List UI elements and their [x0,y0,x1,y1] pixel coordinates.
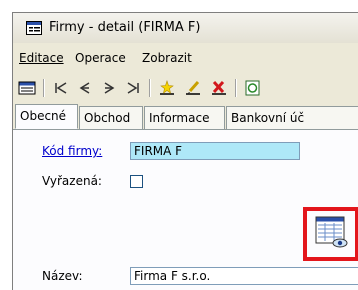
refresh-icon[interactable] [243,78,263,98]
last-record-icon[interactable] [123,78,143,98]
window-edge [0,0,12,289]
nazev-field[interactable]: Firma F s.r.o. [130,267,358,285]
kod-firmy-field[interactable]: FIRMA F [130,142,300,160]
new-record-icon[interactable] [157,78,177,98]
menu-editace[interactable]: Editace [19,51,64,65]
tab-informace[interactable]: Informace [144,106,225,129]
tab-obchod[interactable]: Obchod [79,106,143,129]
tab-bankovni-ucty[interactable]: Bankovní úč [226,106,358,129]
next-record-icon[interactable] [99,78,119,98]
table-view-icon[interactable] [315,216,349,250]
tab-obecne[interactable]: Obecné [15,104,78,129]
edit-record-icon[interactable] [183,78,203,98]
toolbar-separator [43,79,45,97]
toolbar-separator [149,79,151,97]
previous-record-icon[interactable] [75,78,95,98]
menu-bar: Editace Operace Zobrazit [13,49,358,69]
kod-firmy-link[interactable]: Kód firmy: [42,144,102,158]
vyrazena-checkbox[interactable] [130,175,143,188]
toolbar [13,76,358,100]
window-title: Firmy - detail (FIRMA F) [49,20,201,35]
form-window-icon [26,21,42,35]
nazev-label: Název: [42,269,83,283]
first-record-icon[interactable] [51,78,71,98]
record-icon[interactable] [17,78,37,98]
title-bar[interactable]: Firmy - detail (FIRMA F) [13,13,358,43]
menu-zobrazit[interactable]: Zobrazit [142,51,192,65]
app-window: Firmy - detail (FIRMA F) Editace Operace… [0,0,358,290]
tab-strip: Obecné Obchod Informace Bankovní úč [13,104,358,130]
tab-panel-obecne: Kód firmy: FIRMA F Vyřazená: Název: Firm… [13,130,358,290]
delete-record-icon[interactable] [209,78,229,98]
vyrazena-label: Vyřazená: [42,174,102,188]
detail-window: Firmy - detail (FIRMA F) Editace Operace… [12,12,358,290]
menu-operace[interactable]: Operace [75,51,126,65]
toolbar-separator [235,79,237,97]
